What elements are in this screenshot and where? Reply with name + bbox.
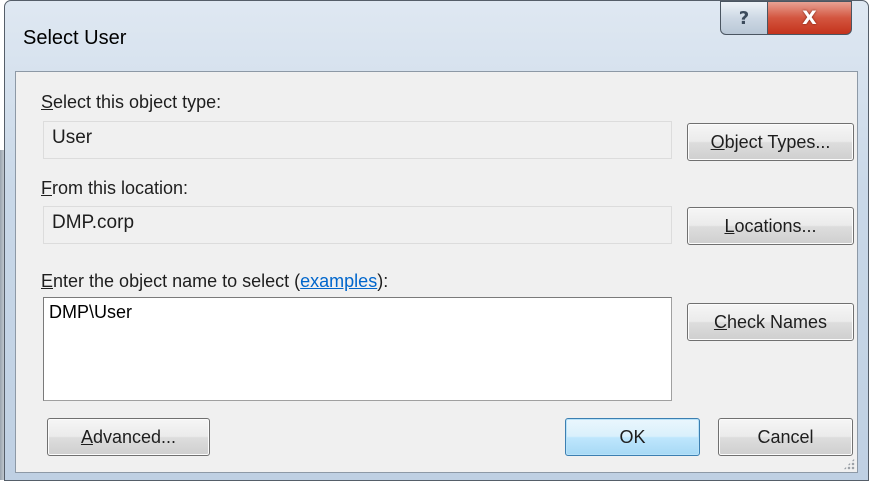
locations-button[interactable]: Locations... xyxy=(687,207,854,245)
ok-button[interactable]: OK xyxy=(565,418,700,456)
advanced-button[interactable]: Advanced... xyxy=(47,418,210,456)
help-icon: ? xyxy=(738,7,750,29)
object-name-label: Enter the object name to select (example… xyxy=(41,271,389,291)
cancel-button[interactable]: Cancel xyxy=(718,418,853,456)
dialog-body: Select this object type: User Object Typ… xyxy=(15,71,858,473)
location-field: DMP.corp xyxy=(43,206,672,244)
caption-buttons: ? X xyxy=(720,1,852,35)
object-type-value: User xyxy=(52,127,93,148)
resize-grip[interactable] xyxy=(843,458,855,470)
object-type-field: User xyxy=(43,121,672,159)
title-bar[interactable]: Select User ? X xyxy=(5,1,868,71)
object-name-input[interactable]: DMP\User xyxy=(43,297,672,401)
location-label: From this location: xyxy=(41,178,189,198)
object-type-label: Select this object type: xyxy=(41,92,222,112)
help-button[interactable]: ? xyxy=(720,1,768,35)
examples-link[interactable]: examples xyxy=(300,271,377,291)
close-icon: X xyxy=(802,7,817,29)
window-title: Select User xyxy=(23,27,127,49)
object-name-value: DMP\User xyxy=(49,302,133,322)
select-user-dialog: Select User ? X Select this object type:… xyxy=(4,0,869,481)
check-names-button[interactable]: Check Names xyxy=(687,303,854,341)
location-value: DMP.corp xyxy=(52,212,135,233)
close-button[interactable]: X xyxy=(768,1,852,35)
object-types-button[interactable]: Object Types... xyxy=(687,123,854,161)
